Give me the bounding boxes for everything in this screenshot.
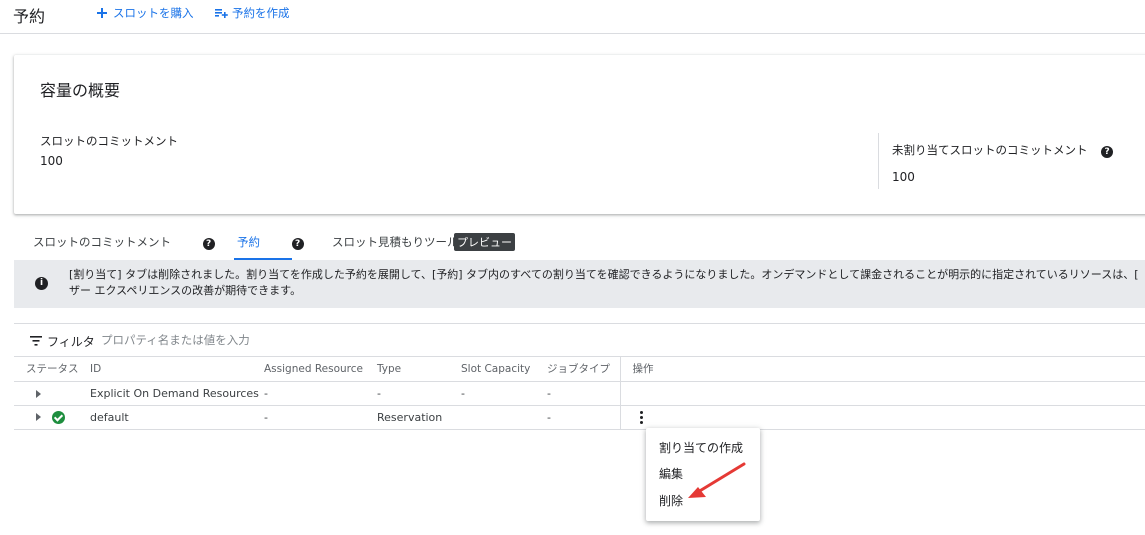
tab-reservations[interactable]: 予約 ? — [237, 234, 304, 250]
info-banner-line-1: [割り当て] タブは削除されました。割り当てを作成した予約を展開して、[予約] … — [69, 268, 1139, 281]
header-slot-capacity[interactable]: Slot Capacity — [461, 357, 547, 382]
row-slot-capacity — [461, 405, 547, 430]
row-assigned-resource: - — [264, 405, 377, 430]
row-id: Explicit On Demand Resources — [90, 381, 264, 406]
table-row: Explicit On Demand Resources - - - - — [14, 381, 1145, 406]
plus-icon — [97, 8, 107, 18]
help-icon[interactable]: ? — [202, 238, 215, 250]
info-banner-line-2: ザー エクスペリエンスの改善が期待できます。 — [69, 284, 302, 297]
commitment-label: スロットのコミットメント — [40, 134, 178, 148]
row-status-cell — [14, 381, 90, 406]
header-type[interactable]: Type — [377, 357, 461, 382]
card-divider — [878, 133, 879, 189]
commitment-value: 100 — [40, 154, 63, 168]
table-header-row: ステータス ID Assigned Resource Type Slot Cap… — [14, 357, 1145, 382]
tab-slot-estimator[interactable]: スロット見積もりツール — [332, 234, 459, 250]
table-row: default - Reservation - — [14, 405, 1145, 430]
unassigned-commitment-text: 未割り当てスロットのコミットメント — [892, 143, 1088, 157]
row-actions — [620, 405, 1145, 430]
filter-label: フィルタ — [47, 335, 95, 349]
row-job-type: - — [547, 405, 621, 430]
capacity-summary-title: 容量の概要 — [40, 81, 121, 100]
row-type: Reservation — [377, 405, 461, 430]
row-status-cell — [14, 405, 90, 430]
preview-badge: プレビュー — [454, 233, 515, 251]
header-assigned-resource[interactable]: Assigned Resource — [264, 357, 377, 382]
row-slot-capacity: - — [461, 381, 547, 406]
tab-bar: スロットのコミットメント ? 予約 ? スロット見積もりツール プレビュー — [14, 226, 1145, 260]
info-banner: i [割り当て] タブは削除されました。割り当てを作成した予約を展開して、[予約… — [14, 260, 1145, 308]
expand-row-icon[interactable] — [36, 389, 41, 398]
header-job-type[interactable]: ジョブタイプ — [547, 357, 621, 382]
unassigned-commitment-label: 未割り当てスロットのコミットメント ? — [892, 142, 1114, 158]
check-circle-icon — [51, 410, 65, 424]
row-assigned-resource: - — [264, 381, 377, 406]
info-icon: i — [35, 277, 48, 290]
info-banner-text: [割り当て] タブは削除されました。割り当てを作成した予約を展開して、[予約] … — [69, 267, 1139, 299]
buy-slots-label: スロットを購入 — [113, 6, 194, 20]
row-id: default — [90, 405, 264, 430]
row-type: - — [377, 381, 461, 406]
more-vert-icon[interactable] — [633, 409, 649, 425]
help-icon[interactable]: ? — [1101, 146, 1114, 158]
menu-item-delete[interactable]: 削除 — [659, 492, 683, 509]
menu-item-create-assignment[interactable]: 割り当ての作成 — [659, 439, 743, 456]
help-icon[interactable]: ? — [291, 238, 304, 250]
capacity-summary-card: 容量の概要 スロットのコミットメント 100 未割り当てスロットのコミットメント… — [14, 55, 1145, 214]
header-actions: 操作 — [620, 357, 1145, 382]
top-bar: 予約 スロットを購入 予約を作成 — [0, 0, 1145, 34]
expand-row-icon[interactable] — [36, 413, 41, 422]
create-reservation-label: 予約を作成 — [232, 6, 290, 20]
tab-slot-commitments[interactable]: スロットのコミットメント ? — [33, 234, 215, 250]
filter-icon[interactable] — [30, 336, 42, 346]
page-title: 予約 — [13, 7, 46, 26]
header-id[interactable]: ID — [90, 357, 264, 382]
menu-item-edit[interactable]: 編集 — [659, 465, 683, 482]
tab-slot-estimator-label: スロット見積もりツール — [332, 235, 459, 249]
buy-slots-button[interactable]: スロットを購入 — [95, 5, 194, 21]
tab-reservations-label: 予約 — [237, 235, 260, 249]
unassigned-commitment-value: 100 — [892, 170, 915, 184]
filter-input[interactable] — [101, 330, 501, 350]
actions-menu: 割り当ての作成 編集 削除 — [646, 428, 760, 521]
tab-slot-commitments-label: スロットのコミットメント — [33, 235, 171, 249]
row-actions — [620, 381, 1145, 406]
header-status[interactable]: ステータス — [14, 357, 90, 382]
row-job-type: - — [547, 381, 621, 406]
reservations-table: ステータス ID Assigned Resource Type Slot Cap… — [14, 357, 1145, 430]
filter-bar: フィルタ — [14, 323, 1145, 357]
playlist-add-icon — [215, 9, 228, 18]
create-reservation-button[interactable]: 予約を作成 — [214, 5, 290, 21]
